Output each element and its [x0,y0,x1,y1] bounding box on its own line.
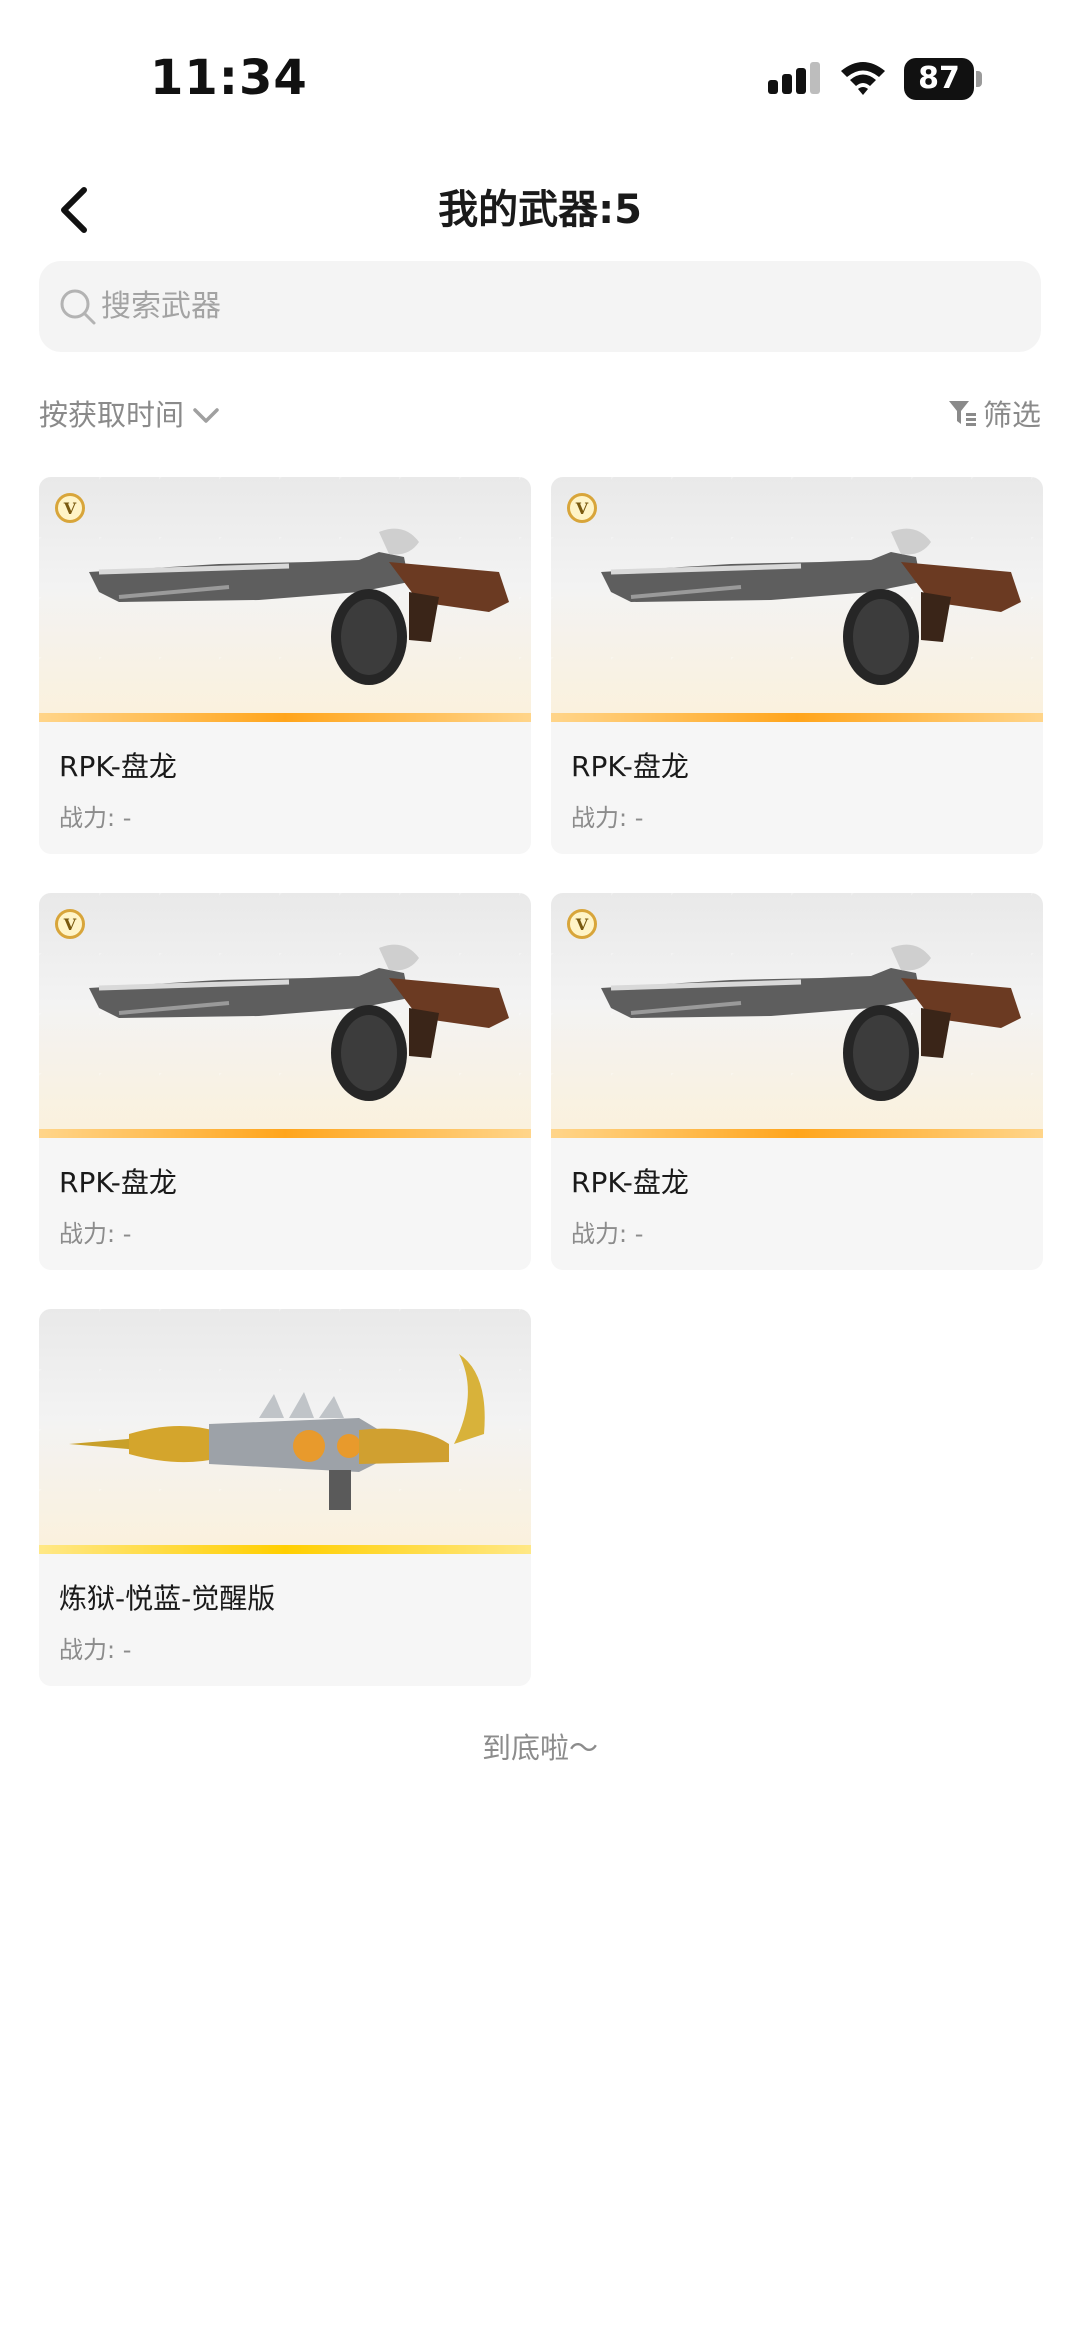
weapon-image: V [551,477,1043,722]
weapon-power: 战力: - [59,1220,132,1248]
weapon-power: 战力: - [571,1220,644,1248]
weapon-power: 战力: - [59,804,132,832]
vip-badge: V [55,909,85,939]
rarity-bar [39,1545,531,1554]
weapon-name: RPK-盘龙 [571,750,689,783]
search-input[interactable] [101,261,1001,352]
vip-badge: V [567,493,597,523]
status-bar: 11:34 87 [0,0,1080,150]
chevron-down-icon [193,408,219,423]
weapon-power: 战力: - [571,804,644,832]
signal-icon [768,62,820,94]
search-bar[interactable] [39,261,1041,352]
weapon-card[interactable]: 炼狱-悦蓝-觉醒版 战力: - [39,1309,531,1686]
filter-label: 筛选 [982,398,1041,432]
rifle-icon [89,944,509,1101]
end-of-list-text: 到底啦～ [481,1731,598,1765]
weapon-name: 炼狱-悦蓝-觉醒版 [59,1582,276,1615]
battery-icon: 87 [904,58,982,100]
vip-badge: V [55,493,85,523]
battery-level: 87 [904,58,974,100]
weapon-card[interactable]: V RPK-盘龙 战力: - [39,477,531,854]
page-title: 我的武器:5 [438,187,642,233]
sort-label: 按获取时间 [39,398,185,432]
rifle-icon [89,528,509,685]
rarity-bar [39,713,531,722]
rarity-bar [551,713,1043,722]
sort-filter-row: 按获取时间 筛选 [39,388,1041,438]
vip-badge: V [567,909,597,939]
filter-icon [948,401,976,426]
dragon-gun-icon [69,1354,485,1510]
battery-tip [976,71,982,87]
rarity-bar [551,1129,1043,1138]
weapon-name: RPK-盘龙 [59,750,177,783]
weapon-card[interactable]: V RPK-盘龙 战力: - [551,477,1043,854]
weapon-power: 战力: - [59,1636,132,1664]
weapon-name: RPK-盘龙 [571,1166,689,1199]
filter-button[interactable]: 筛选 [947,388,1041,438]
sort-dropdown[interactable]: 按获取时间 [39,388,220,438]
header: 我的武器:5 [0,160,1080,260]
rarity-bar [39,1129,531,1138]
status-time: 11:34 [150,50,308,106]
weapon-image: V [39,477,531,722]
weapon-name: RPK-盘龙 [59,1166,177,1199]
rifle-icon [601,528,1021,685]
weapon-image: V [39,893,531,1138]
weapon-image: V [551,893,1043,1138]
weapon-card[interactable]: V RPK-盘龙 战力: - [39,893,531,1270]
search-icon [60,289,96,325]
wifi-icon [841,62,885,95]
weapon-image [39,1309,531,1554]
rifle-icon [601,944,1021,1101]
weapon-card[interactable]: V RPK-盘龙 战力: - [551,893,1043,1270]
